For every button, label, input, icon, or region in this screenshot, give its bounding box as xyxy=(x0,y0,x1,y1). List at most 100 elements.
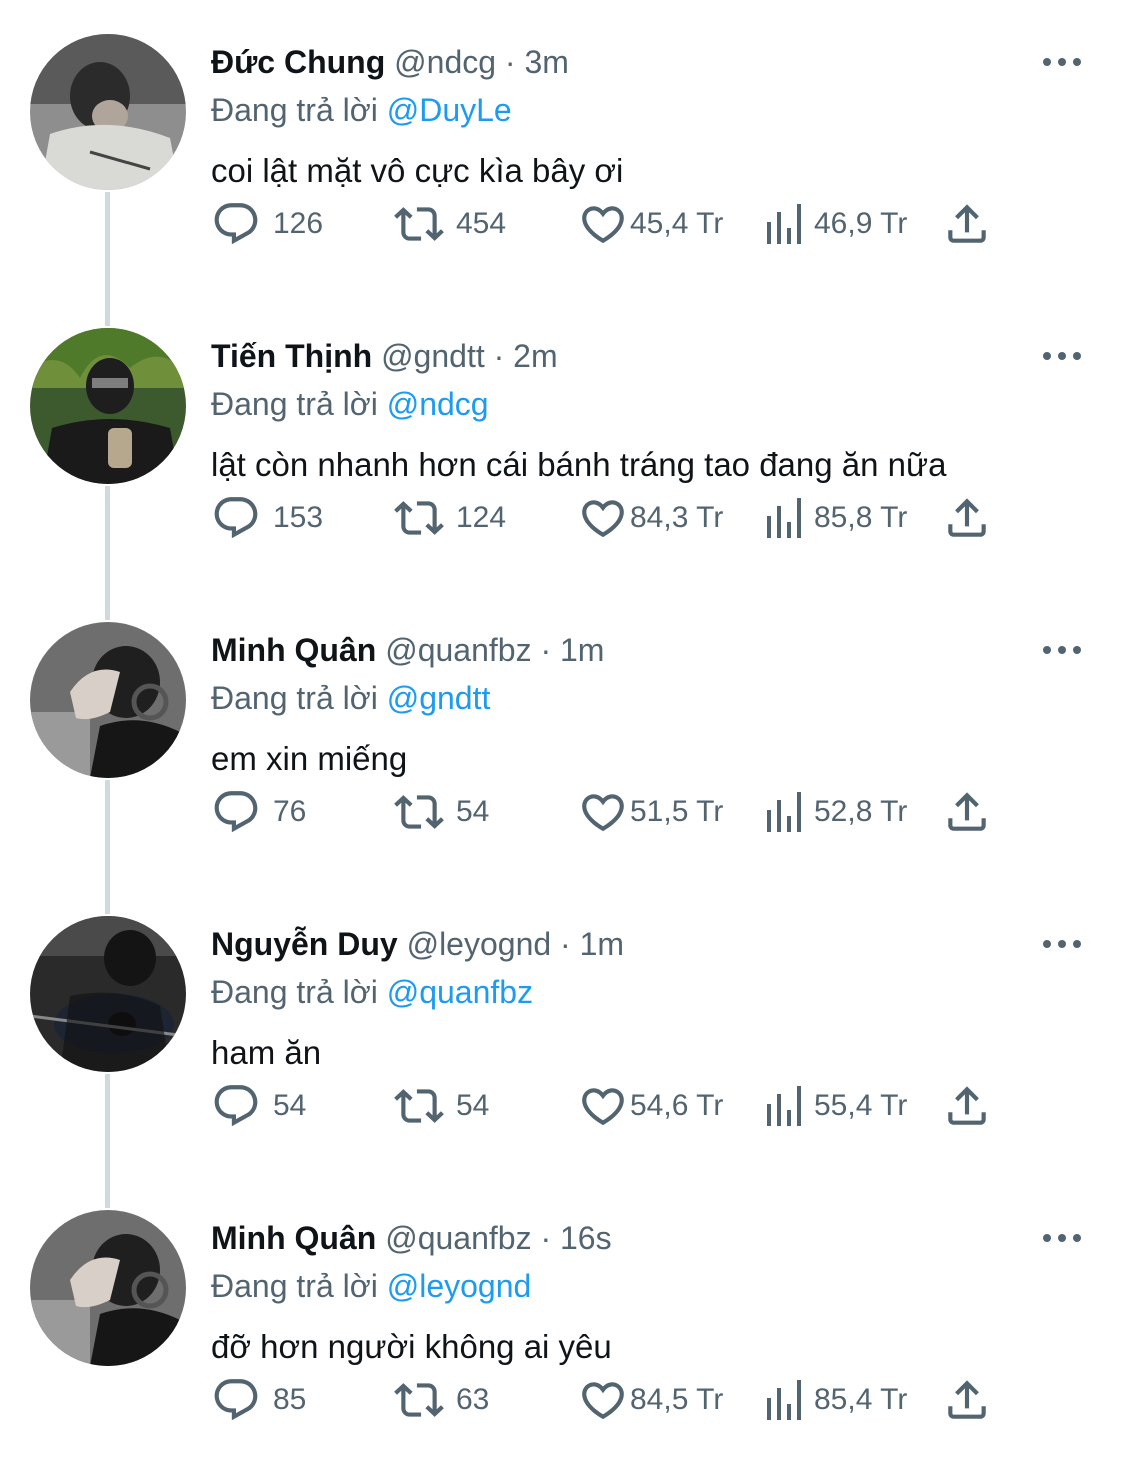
views-icon xyxy=(764,1378,804,1422)
views-button[interactable]: 55,4 Tr xyxy=(764,1078,907,1134)
like-count: 51,5 Tr xyxy=(630,795,724,828)
username[interactable]: @gndtt xyxy=(381,338,485,374)
like-button[interactable]: 45,4 Tr xyxy=(578,196,723,252)
retweet-button[interactable]: 54 xyxy=(390,1078,489,1134)
tweet[interactable]: Minh Quân @quanfbz · 1m Đang trả lời @gn… xyxy=(0,588,1125,882)
reply-count: 85 xyxy=(273,1383,307,1416)
retweet-count: 124 xyxy=(456,501,507,534)
views-button[interactable]: 52,8 Tr xyxy=(764,784,907,840)
share-icon xyxy=(942,493,992,543)
share-button[interactable] xyxy=(942,1372,992,1428)
views-button[interactable]: 85,4 Tr xyxy=(764,1372,907,1428)
reply-button[interactable]: 54 xyxy=(211,1078,306,1134)
reply-button[interactable]: 76 xyxy=(211,784,306,840)
reply-button[interactable]: 126 xyxy=(211,196,323,252)
more-options-button[interactable] xyxy=(1040,1224,1084,1252)
tweet-header: Minh Quân @quanfbz · 16s xyxy=(211,1216,612,1260)
like-button[interactable]: 84,3 Tr xyxy=(578,490,723,546)
reply-icon xyxy=(211,787,261,837)
retweet-button[interactable]: 124 xyxy=(390,490,506,546)
more-options-button[interactable] xyxy=(1040,636,1084,664)
share-icon xyxy=(942,199,992,249)
username[interactable]: @ndcg xyxy=(394,44,496,80)
timestamp[interactable]: 3m xyxy=(524,44,568,80)
mention-link[interactable]: @leyognd xyxy=(387,1268,532,1304)
replying-to: Đang trả lời @leyognd xyxy=(211,1264,531,1308)
views-button[interactable]: 85,8 Tr xyxy=(764,490,907,546)
username[interactable]: @quanfbz xyxy=(385,1220,531,1256)
tweet-text: em xin miếng xyxy=(211,740,408,777)
display-name[interactable]: Tiến Thịnh xyxy=(211,338,372,374)
reply-count: 54 xyxy=(273,1089,307,1122)
separator-dot: · xyxy=(540,632,552,668)
mention-link[interactable]: @quanfbz xyxy=(387,974,533,1010)
share-button[interactable] xyxy=(942,196,992,252)
more-icon xyxy=(1043,352,1081,360)
more-options-button[interactable] xyxy=(1040,48,1084,76)
display-name[interactable]: Đức Chung xyxy=(211,44,385,80)
tweet-header: Đức Chung @ndcg · 3m xyxy=(211,40,569,84)
tweet[interactable]: Minh Quân @quanfbz · 16s Đang trả lời @l… xyxy=(0,1176,1125,1470)
avatar[interactable] xyxy=(30,1210,186,1366)
heart-icon xyxy=(578,493,628,543)
share-button[interactable] xyxy=(942,490,992,546)
tweet-text: đỡ hơn người không ai yêu xyxy=(211,1328,612,1365)
like-button[interactable]: 54,6 Tr xyxy=(578,1078,723,1134)
more-options-button[interactable] xyxy=(1040,342,1084,370)
reply-count: 153 xyxy=(273,501,324,534)
tweet[interactable]: Tiến Thịnh @gndtt · 2m Đang trả lời @ndc… xyxy=(0,294,1125,588)
display-name[interactable]: Minh Quân xyxy=(211,1220,376,1256)
retweet-count: 54 xyxy=(456,795,490,828)
tweet-header: Minh Quân @quanfbz · 1m xyxy=(211,628,604,672)
share-button[interactable] xyxy=(942,1078,992,1134)
views-icon xyxy=(764,1084,804,1128)
replying-to: Đang trả lời @ndcg xyxy=(211,382,489,426)
reply-icon xyxy=(211,1081,261,1131)
avatar[interactable] xyxy=(30,916,186,1072)
reply-button[interactable]: 85 xyxy=(211,1372,306,1428)
display-name[interactable]: Minh Quân xyxy=(211,632,376,668)
share-icon xyxy=(942,787,992,837)
retweet-button[interactable]: 454 xyxy=(390,196,506,252)
like-count: 54,6 Tr xyxy=(630,1089,724,1122)
mention-link[interactable]: @DuyLe xyxy=(387,92,512,128)
retweet-icon xyxy=(390,199,448,249)
display-name[interactable]: Nguyễn Duy xyxy=(211,926,398,962)
share-button[interactable] xyxy=(942,784,992,840)
like-count: 84,5 Tr xyxy=(630,1383,724,1416)
views-button[interactable]: 46,9 Tr xyxy=(764,196,907,252)
heart-icon xyxy=(578,1375,628,1425)
retweet-button[interactable]: 63 xyxy=(390,1372,489,1428)
more-icon xyxy=(1043,58,1081,66)
reply-icon xyxy=(211,493,261,543)
mention-link[interactable]: @gndtt xyxy=(387,680,491,716)
tweet[interactable]: Đức Chung @ndcg · 3m Đang trả lời @DuyLe… xyxy=(0,0,1125,294)
replying-to-label: Đang trả lời xyxy=(211,386,378,422)
replying-to: Đang trả lời @DuyLe xyxy=(211,88,512,132)
timestamp[interactable]: 16s xyxy=(560,1220,612,1256)
mention-link[interactable]: @ndcg xyxy=(387,386,489,422)
tweet-header: Tiến Thịnh @gndtt · 2m xyxy=(211,334,558,378)
reply-count: 126 xyxy=(273,207,324,240)
timestamp[interactable]: 1m xyxy=(580,926,624,962)
reply-button[interactable]: 153 xyxy=(211,490,323,546)
username[interactable]: @quanfbz xyxy=(385,632,531,668)
views-icon xyxy=(764,202,804,246)
retweet-icon xyxy=(390,1081,448,1131)
views-count: 85,8 Tr xyxy=(814,501,908,534)
more-icon xyxy=(1043,1234,1081,1242)
views-icon xyxy=(764,790,804,834)
more-options-button[interactable] xyxy=(1040,930,1084,958)
retweet-button[interactable]: 54 xyxy=(390,784,489,840)
avatar[interactable] xyxy=(30,328,186,484)
separator-dot: · xyxy=(493,338,505,374)
username[interactable]: @leyognd xyxy=(407,926,552,962)
timestamp[interactable]: 2m xyxy=(513,338,557,374)
avatar[interactable] xyxy=(30,622,186,778)
timestamp[interactable]: 1m xyxy=(560,632,604,668)
like-button[interactable]: 84,5 Tr xyxy=(578,1372,723,1428)
tweet[interactable]: Nguyễn Duy @leyognd · 1m Đang trả lời @q… xyxy=(0,882,1125,1176)
views-count: 46,9 Tr xyxy=(814,207,908,240)
like-button[interactable]: 51,5 Tr xyxy=(578,784,723,840)
avatar[interactable] xyxy=(30,34,186,190)
